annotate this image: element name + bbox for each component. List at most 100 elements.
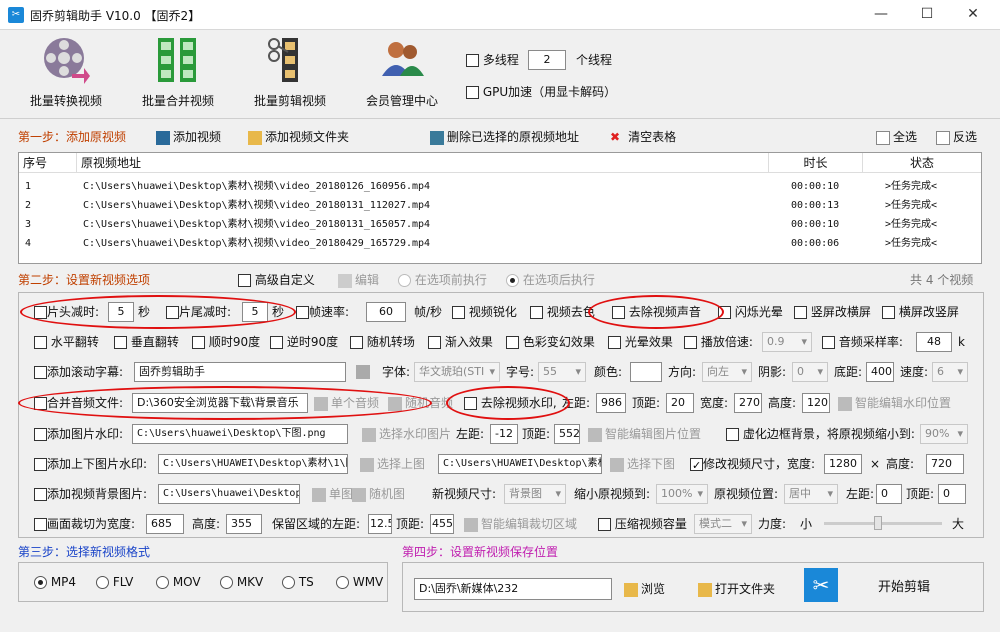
advanced-option[interactable]: 高级自定义	[238, 270, 315, 290]
img-left-input[interactable]: -12	[490, 424, 518, 444]
multithread-option[interactable]: 多线程	[466, 50, 519, 70]
keep-left-input[interactable]: 12.5	[368, 514, 392, 534]
hflip-option[interactable]: 水平翻转	[34, 332, 99, 352]
up-input[interactable]: C:\Users\HUAWEI\Desktop\素材\1\图	[158, 454, 348, 474]
blur-checkbox[interactable]	[726, 428, 739, 441]
font-select[interactable]: 华文琥珀(STI	[414, 362, 500, 382]
tail-cut-checkbox[interactable]	[166, 306, 179, 319]
smart-wm-button[interactable]: 智能编辑水印位置	[838, 393, 951, 413]
tail-cut-option[interactable]: 片尾减时:	[166, 302, 231, 322]
fps-input[interactable]: 60	[366, 302, 406, 322]
table-row[interactable]: 3 C:\Users\huawei\Desktop\素材\视频\video_20…	[19, 215, 981, 234]
format-radio[interactable]	[336, 576, 349, 589]
bgimg-input[interactable]: C:\Users\huawei\Desktop\	[158, 484, 300, 504]
resize-width-input[interactable]: 1280	[824, 454, 862, 474]
video-table[interactable]: 序号 原视频地址 时长 状态 1 C:\Users\huawei\Desktop…	[18, 152, 982, 264]
down-input[interactable]: C:\Users\HUAWEI\Desktop\素材	[438, 454, 602, 474]
choose-wm-button[interactable]: 选择水印图片	[362, 424, 451, 444]
table-row[interactable]: 2 C:\Users\huawei\Desktop\素材\视频\video_20…	[19, 196, 981, 215]
img-wm-checkbox[interactable]	[34, 428, 47, 441]
format-radio[interactable]	[220, 576, 233, 589]
bg-top-input[interactable]: 0	[938, 484, 966, 504]
format-mkv[interactable]: MKV	[220, 572, 263, 592]
halo-option[interactable]: 光晕效果	[608, 332, 673, 352]
vflip-option[interactable]: 垂直翻转	[114, 332, 179, 352]
top-input[interactable]: 20	[666, 393, 694, 413]
head-cut-option[interactable]: 片头减时:	[34, 302, 99, 322]
ccw90-option[interactable]: 逆时90度	[270, 332, 338, 352]
scissors-icon[interactable]: ✂	[804, 568, 838, 602]
random-img-button[interactable]: 随机图	[352, 484, 405, 504]
smart-crop-button[interactable]: 智能编辑裁切区域	[464, 514, 577, 534]
subtitle-input[interactable]: 固乔剪辑助手	[134, 362, 346, 382]
flash-option[interactable]: 闪烁光晕	[718, 302, 783, 322]
height-input[interactable]: 120	[802, 393, 830, 413]
advanced-checkbox[interactable]	[238, 274, 251, 287]
flash-checkbox[interactable]	[718, 306, 731, 319]
crop-height-input[interactable]: 355	[226, 514, 262, 534]
batch-edit-button[interactable]: 批量剪辑视频	[242, 34, 338, 110]
h2v-option[interactable]: 横屏改竖屏	[882, 302, 959, 322]
format-radio[interactable]	[156, 576, 169, 589]
format-flv[interactable]: FLV	[96, 572, 133, 592]
decolor-option[interactable]: 视频去色	[530, 302, 595, 322]
resize-height-input[interactable]: 720	[926, 454, 964, 474]
left-input[interactable]: 986	[596, 393, 626, 413]
direction-select[interactable]: 向左	[702, 362, 752, 382]
blur-select[interactable]: 90%	[920, 424, 968, 444]
speed-checkbox[interactable]	[684, 336, 697, 349]
h2v-checkbox[interactable]	[882, 306, 895, 319]
edit-icon[interactable]	[356, 365, 370, 379]
invert-button[interactable]: 反选	[936, 127, 977, 147]
merge-audio-checkbox[interactable]	[34, 397, 47, 410]
speed-select2[interactable]: 6	[932, 362, 968, 382]
fontsize-select[interactable]: 55	[538, 362, 586, 382]
format-mp4[interactable]: MP4	[34, 572, 76, 592]
fadein-option[interactable]: 渐入效果	[428, 332, 493, 352]
img-wm-option[interactable]: 添加图片水印:	[34, 424, 123, 444]
gpu-option[interactable]: GPU加速（用显卡解码）	[466, 82, 616, 102]
crop-option[interactable]: 画面裁切为宽度:	[34, 514, 135, 534]
img-top-input[interactable]: 552	[554, 424, 580, 444]
keep-top-input[interactable]: 455	[430, 514, 454, 534]
before-radio[interactable]	[398, 274, 411, 287]
halo-checkbox[interactable]	[608, 336, 621, 349]
format-radio[interactable]	[282, 576, 295, 589]
random-trans-option[interactable]: 随机转场	[350, 332, 415, 352]
vflip-checkbox[interactable]	[114, 336, 127, 349]
batch-convert-button[interactable]: 批量转换视频	[18, 34, 114, 110]
smart-img-button[interactable]: 智能编辑图片位置	[588, 424, 701, 444]
subtitle-option[interactable]: 添加滚动字幕:	[34, 362, 123, 382]
merge-audio-input[interactable]: D:\360安全浏览器下载\背景音乐	[132, 393, 308, 413]
head-cut-checkbox[interactable]	[34, 306, 47, 319]
minimize-button[interactable]: —	[866, 4, 896, 24]
subtitle-checkbox[interactable]	[34, 366, 47, 379]
select-all-button[interactable]: 全选	[876, 127, 917, 147]
choose-up-button[interactable]: 选择上图	[360, 454, 425, 474]
speed-select[interactable]: 0.9	[762, 332, 812, 352]
color-shift-option[interactable]: 色彩变幻效果	[506, 332, 595, 352]
updown-checkbox[interactable]	[34, 458, 47, 471]
pos-select[interactable]: 居中	[784, 484, 838, 504]
bottom-input[interactable]: 400	[866, 362, 894, 382]
samplerate-input[interactable]: 48	[916, 332, 952, 352]
newsize-select[interactable]: 背景图	[504, 484, 566, 504]
decolor-checkbox[interactable]	[530, 306, 543, 319]
samplerate-option[interactable]: 音频采样率:	[822, 332, 903, 352]
thread-count-input[interactable]: 2	[528, 50, 566, 70]
speed-option[interactable]: 播放倍速:	[684, 332, 753, 352]
crop-width-input[interactable]: 685	[146, 514, 184, 534]
blur-option[interactable]: 虚化边框背景，将原视频缩小到:	[726, 424, 915, 444]
hflip-checkbox[interactable]	[34, 336, 47, 349]
strength-slider-track[interactable]	[824, 522, 942, 525]
img-wm-input[interactable]: C:\Users\huawei\Desktop\下图.png	[132, 424, 348, 444]
remove-audio-checkbox[interactable]	[612, 306, 625, 319]
remove-audio-option[interactable]: 去除视频声音	[612, 302, 701, 322]
open-folder-button[interactable]: 打开文件夹	[698, 579, 775, 599]
format-mov[interactable]: MOV	[156, 572, 201, 592]
fps-checkbox[interactable]	[296, 306, 309, 319]
maximize-button[interactable]: ☐	[912, 4, 942, 24]
resize-option[interactable]: 修改视频尺寸，宽度:	[690, 454, 815, 476]
v2h-option[interactable]: 竖屏改横屏	[794, 302, 871, 322]
member-center-button[interactable]: 会员管理中心	[354, 34, 450, 110]
